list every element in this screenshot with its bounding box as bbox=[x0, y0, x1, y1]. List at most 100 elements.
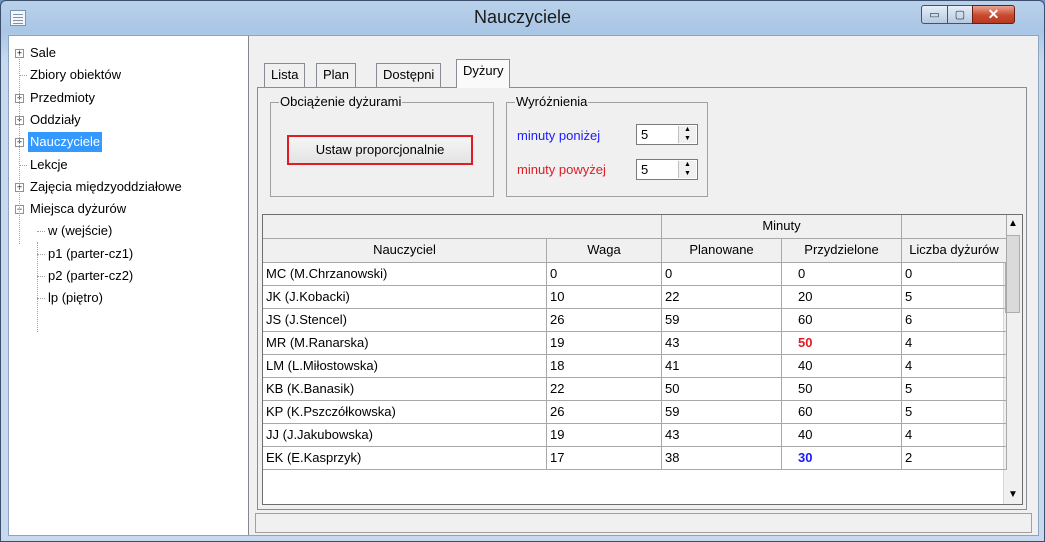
column-header[interactable]: Nauczyciel bbox=[263, 239, 547, 263]
tree-item[interactable]: + Przedmioty bbox=[9, 88, 249, 108]
table-cell[interactable]: 4 bbox=[902, 332, 1007, 355]
minutes-below-value[interactable]: 5 bbox=[641, 127, 648, 142]
tree-item-label[interactable]: lp (piętro) bbox=[46, 288, 105, 308]
table-cell[interactable]: 19 bbox=[547, 424, 662, 447]
table-cell[interactable]: 17 bbox=[547, 447, 662, 470]
table-cell[interactable]: 40 bbox=[782, 355, 902, 378]
table-cell[interactable]: 5 bbox=[902, 401, 1007, 424]
tree-item-label[interactable]: Miejsca dyżurów bbox=[28, 199, 128, 219]
tree-item-label[interactable]: Zajęcia międzyoddziałowe bbox=[28, 177, 184, 197]
table-cell[interactable]: 40 bbox=[782, 424, 902, 447]
table-cell[interactable]: 4 bbox=[902, 355, 1007, 378]
spin-up-icon[interactable]: ▲ bbox=[679, 161, 696, 169]
tree-item-label[interactable]: p1 (parter-cz1) bbox=[46, 244, 135, 264]
tree-item-label[interactable]: Oddziały bbox=[28, 110, 83, 130]
table-cell[interactable]: 43 bbox=[662, 424, 782, 447]
object-tree[interactable]: + Sale Zbiory obiektów + Przedmioty + Oddziały… bbox=[9, 36, 249, 535]
table-cell[interactable]: 0 bbox=[782, 263, 902, 286]
column-header[interactable]: Liczba dyżurów bbox=[902, 239, 1007, 263]
title-bar[interactable]: Nauczyciele ▭ ▢ ✕ bbox=[1, 1, 1044, 35]
table-cell[interactable]: 50 bbox=[662, 378, 782, 401]
table-cell[interactable]: 26 bbox=[547, 309, 662, 332]
tree-item-label[interactable]: Lekcje bbox=[28, 155, 70, 175]
minutes-below-spinner[interactable]: 5 ▲ ▼ bbox=[636, 124, 698, 145]
tree-item-label[interactable]: w (wejście) bbox=[46, 221, 114, 241]
table-cell[interactable]: 50 bbox=[782, 332, 902, 355]
tree-item[interactable]: + Zajęcia międzyoddziałowe bbox=[9, 177, 249, 197]
table-cell[interactable]: 10 bbox=[547, 286, 662, 309]
table-cell[interactable]: MC (M.Chrzanowski) bbox=[263, 263, 547, 286]
table-cell[interactable]: 18 bbox=[547, 355, 662, 378]
minutes-above-spinner[interactable]: 5 ▲ ▼ bbox=[636, 159, 698, 180]
table-cell[interactable]: JS (J.Stencel) bbox=[263, 309, 547, 332]
table-cell[interactable]: KP (K.Pszczółkowska) bbox=[263, 401, 547, 424]
table-cell[interactable]: 41 bbox=[662, 355, 782, 378]
tree-item[interactable]: p2 (parter-cz2) bbox=[9, 266, 249, 286]
minutes-above-value[interactable]: 5 bbox=[641, 162, 648, 177]
tab-2[interactable]: Dostępni bbox=[376, 63, 442, 87]
table-cell[interactable]: JJ (J.Jakubowska) bbox=[263, 424, 547, 447]
table-cell[interactable]: 38 bbox=[662, 447, 782, 470]
table-cell[interactable]: 59 bbox=[662, 401, 782, 424]
scroll-thumb[interactable] bbox=[1005, 235, 1020, 313]
tree-item[interactable]: Zbiory obiektów bbox=[9, 65, 249, 85]
tab-1[interactable]: Plan bbox=[316, 63, 357, 87]
table-cell[interactable]: 19 bbox=[547, 332, 662, 355]
tree-item[interactable]: + Sale bbox=[9, 43, 249, 63]
table-cell[interactable]: 6 bbox=[902, 309, 1007, 332]
spin-down-icon[interactable]: ▼ bbox=[679, 170, 696, 178]
table-cell[interactable]: KB (K.Banasik) bbox=[263, 378, 547, 401]
tree-item-label[interactable]: Nauczyciele bbox=[28, 132, 103, 152]
minutes-below-spin-arrows[interactable]: ▲ ▼ bbox=[678, 126, 696, 143]
tree-item[interactable]: w (wejście) bbox=[9, 221, 249, 241]
tree-item[interactable]: lp (piętro) bbox=[9, 288, 249, 308]
table-cell[interactable]: 59 bbox=[662, 309, 782, 332]
minimize-button[interactable]: ▭ bbox=[921, 5, 948, 24]
table-cell[interactable]: 0 bbox=[902, 263, 1007, 286]
tree-item-label[interactable]: Sale bbox=[28, 43, 58, 63]
tree-item[interactable]: Lekcje bbox=[9, 155, 249, 175]
minutes-above-spin-arrows[interactable]: ▲ ▼ bbox=[678, 161, 696, 178]
table-cell[interactable]: LM (L.Miłostowska) bbox=[263, 355, 547, 378]
close-button[interactable]: ✕ bbox=[972, 5, 1015, 24]
column-header[interactable]: Waga bbox=[547, 239, 662, 263]
maximize-button[interactable]: ▢ bbox=[947, 5, 973, 24]
table-cell[interactable]: JK (J.Kobacki) bbox=[263, 286, 547, 309]
table-cell[interactable]: 26 bbox=[547, 401, 662, 424]
tab-0[interactable]: Lista bbox=[264, 63, 306, 87]
table-cell[interactable]: 5 bbox=[902, 378, 1007, 401]
table-cell[interactable]: 60 bbox=[782, 309, 902, 332]
spin-down-icon[interactable]: ▼ bbox=[679, 135, 696, 143]
tree-item-label[interactable]: Zbiory obiektów bbox=[28, 65, 123, 85]
tree-item[interactable]: + Nauczyciele bbox=[9, 132, 249, 152]
table-cell[interactable]: MR (M.Ranarska) bbox=[263, 332, 547, 355]
table-cell[interactable]: EK (E.Kasprzyk) bbox=[263, 447, 547, 470]
client-area: + Sale Zbiory obiektów + Przedmioty + Oddziały… bbox=[8, 35, 1039, 536]
table-cell[interactable]: 2 bbox=[902, 447, 1007, 470]
highlight-group: Wyróżnienia minuty poniżej 5 ▲ ▼ minuty … bbox=[506, 94, 708, 197]
table-cell[interactable]: 60 bbox=[782, 401, 902, 424]
scroll-down-icon[interactable]: ▼ bbox=[1004, 486, 1022, 504]
tree-item[interactable]: p1 (parter-cz1) bbox=[9, 244, 249, 264]
tree-item-label[interactable]: Przedmioty bbox=[28, 88, 97, 108]
tree-item-label[interactable]: p2 (parter-cz2) bbox=[46, 266, 135, 286]
table-cell[interactable]: 5 bbox=[902, 286, 1007, 309]
table-cell[interactable]: 4 bbox=[902, 424, 1007, 447]
column-header[interactable]: Planowane bbox=[662, 239, 782, 263]
table-cell[interactable]: 50 bbox=[782, 378, 902, 401]
table-cell[interactable]: 22 bbox=[662, 286, 782, 309]
spin-up-icon[interactable]: ▲ bbox=[679, 126, 696, 134]
table-cell[interactable]: 0 bbox=[547, 263, 662, 286]
column-header[interactable]: Przydzielone bbox=[782, 239, 902, 263]
table-cell[interactable]: 43 bbox=[662, 332, 782, 355]
tree-item[interactable]: − Miejsca dyżurów bbox=[9, 199, 249, 219]
duties-table[interactable]: ▲ ▼ Minuty Nauczyciel Waga Planowane Przydzi… bbox=[262, 214, 1023, 505]
set-proportional-button[interactable]: Ustaw proporcjonalnie bbox=[287, 135, 473, 165]
tree-item[interactable]: + Oddziały bbox=[9, 110, 249, 130]
table-cell[interactable]: 30 bbox=[782, 447, 902, 470]
table-cell[interactable]: 20 bbox=[782, 286, 902, 309]
header-spacer bbox=[263, 215, 662, 239]
table-cell[interactable]: 22 bbox=[547, 378, 662, 401]
table-cell[interactable]: 0 bbox=[662, 263, 782, 286]
tab-3[interactable]: Dyżury bbox=[456, 59, 511, 88]
